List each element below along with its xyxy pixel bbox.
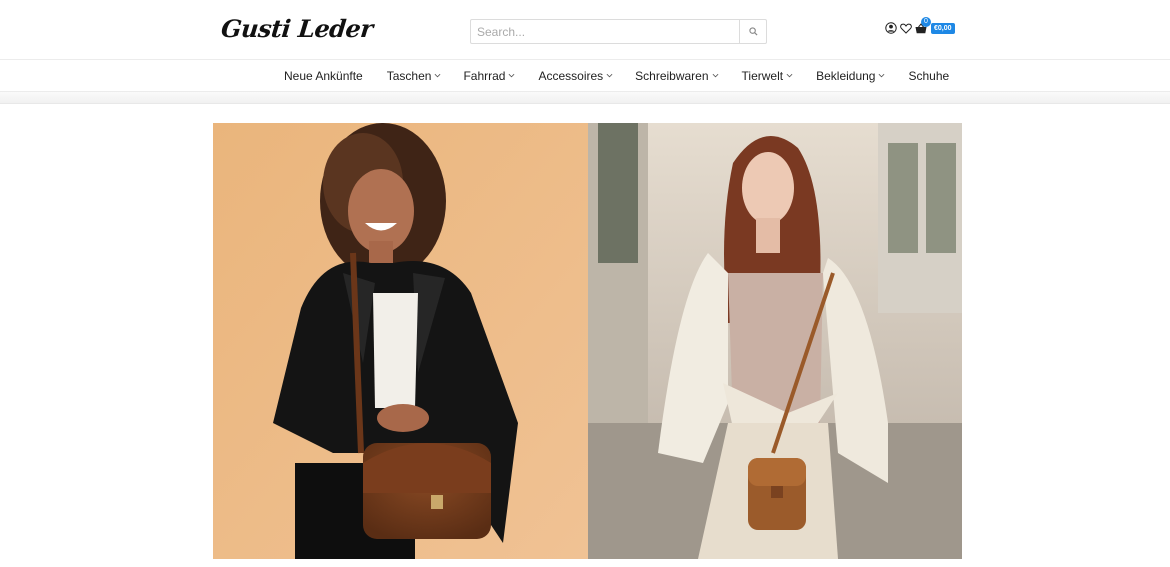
hero-image-left[interactable]	[213, 123, 588, 559]
chevron-down-icon	[435, 73, 441, 78]
nav-item-taschen[interactable]: Taschen	[387, 69, 442, 83]
cart-count-badge: 0	[921, 17, 931, 27]
nav-item-label: Fahrrad	[463, 68, 506, 83]
search-bar	[470, 19, 767, 44]
nav-item-accessoires[interactable]: Accessoires	[538, 69, 613, 83]
account-button[interactable]	[885, 22, 897, 34]
magnifier-icon	[748, 27, 758, 36]
nav-item-schreibwaren[interactable]: Schreibwaren	[635, 69, 718, 83]
chevron-down-icon	[879, 73, 885, 78]
nav-item-label: Taschen	[386, 68, 432, 83]
nav-item-label: Schreibwaren	[635, 68, 709, 83]
nav-item-schuhe[interactable]: Schuhe	[908, 69, 949, 83]
user-circle-icon	[885, 22, 897, 34]
chevron-down-icon	[712, 73, 718, 78]
hero-banner[interactable]	[213, 123, 962, 559]
hero-photo-right	[587, 123, 962, 559]
chevron-down-icon	[509, 73, 515, 78]
hero-image-right[interactable]	[587, 123, 962, 559]
nav-item-label: Bekleidung	[816, 68, 876, 83]
nav-item-label: Schuhe	[908, 68, 950, 83]
chevron-down-icon	[786, 73, 793, 78]
header-actions: 0 €0,00	[885, 17, 955, 34]
main-nav: Neue Ankünfte Taschen Fahrrad Accessoire…	[0, 59, 1170, 92]
nav-item-neue-ankuenfte[interactable]: Neue Ankünfte	[284, 69, 363, 83]
nav-item-label: Tierwelt	[741, 68, 784, 83]
search-button[interactable]	[739, 20, 766, 43]
nav-item-bekleidung[interactable]: Bekleidung	[816, 69, 885, 83]
header: Gusti Leder Search... 0 €0,00	[0, 0, 1170, 59]
nav-item-label: Accessoires	[538, 68, 604, 83]
site-logo[interactable]: Gusti Leder	[219, 14, 374, 48]
nav-shadow-divider	[0, 92, 1170, 104]
cart-total[interactable]: €0,00	[931, 22, 955, 34]
hero-photo-left	[213, 123, 588, 559]
heart-icon	[900, 23, 912, 34]
nav-item-fahrrad[interactable]: Fahrrad	[463, 69, 515, 83]
wishlist-button[interactable]	[900, 22, 912, 34]
nav-item-label: Neue Ankünfte	[284, 68, 363, 83]
chevron-down-icon	[606, 73, 613, 78]
nav-item-tierwelt[interactable]: Tierwelt	[742, 69, 794, 83]
search-input[interactable]	[471, 20, 739, 43]
